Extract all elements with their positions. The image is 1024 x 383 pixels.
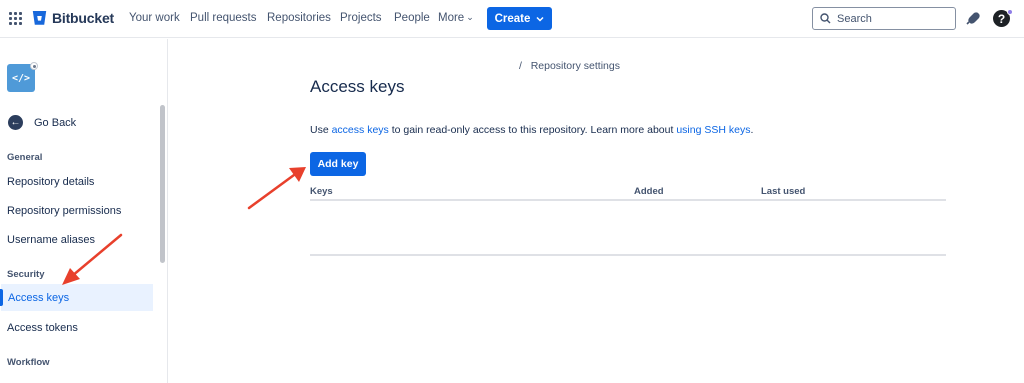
page-description: Use access keys to gain read-only access… <box>310 124 753 136</box>
chevron-down-icon <box>536 16 544 22</box>
notification-dot <box>1007 9 1013 15</box>
go-back-label: Go Back <box>34 116 77 129</box>
nav-projects[interactable]: Projects <box>340 12 382 24</box>
arrow-to-add-key-button <box>247 167 306 210</box>
table-bottom-divider <box>310 254 946 256</box>
private-badge-icon <box>30 62 38 70</box>
sidebar-item-repository-permissions[interactable]: Repository permissions <box>0 197 152 224</box>
bitbucket-logo-icon <box>32 11 47 25</box>
sidebar-item-label: Repository details <box>7 175 95 188</box>
sidebar-item-access-keys[interactable]: Access keys <box>0 284 153 311</box>
breadcrumb-separator: / <box>519 60 522 72</box>
ssh-keys-link[interactable]: using SSH keys <box>676 124 750 136</box>
breadcrumb-repository-settings[interactable]: Repository settings <box>531 60 620 72</box>
section-workflow: Workflow <box>7 357 50 368</box>
app-name: Bitbucket <box>52 10 114 26</box>
search-input[interactable] <box>837 12 947 25</box>
nav-pull-requests[interactable]: Pull requests <box>190 12 256 24</box>
sidebar-item-access-tokens[interactable]: Access tokens <box>0 314 152 341</box>
sidebar-item-label: Repository permissions <box>7 204 122 217</box>
nav-more-label: More <box>438 12 465 24</box>
notifications-icon[interactable] <box>964 10 982 28</box>
add-key-button[interactable]: Add key <box>310 152 366 176</box>
app-switcher-icon[interactable] <box>9 12 22 25</box>
go-back-button[interactable]: ← Go Back <box>8 115 76 130</box>
nav-people[interactable]: People <box>394 12 430 24</box>
page-title: Access keys <box>310 77 405 96</box>
column-header-last-used[interactable]: Last used <box>761 186 805 197</box>
nav-your-work[interactable]: Your work <box>129 12 180 24</box>
sidebar-item-label: Access keys <box>8 291 70 304</box>
table-header-divider <box>310 199 946 201</box>
breadcrumb: / Repository settings <box>519 60 620 72</box>
sidebar-item-label: Access tokens <box>7 321 78 334</box>
sidebar-item-label: Username aliases <box>7 233 96 246</box>
column-header-added[interactable]: Added <box>634 186 664 197</box>
create-button[interactable]: Create <box>487 7 552 30</box>
bitbucket-logo[interactable]: Bitbucket <box>32 10 114 26</box>
chevron-down-icon: ⌄ <box>466 12 474 22</box>
arrow-left-icon: ← <box>8 115 23 130</box>
sidebar-scrollbar[interactable] <box>160 105 165 263</box>
top-navigation: Bitbucket Your work Pull requests Reposi… <box>0 0 1024 38</box>
create-button-label: Create <box>494 12 531 25</box>
column-header-keys[interactable]: Keys <box>310 186 333 197</box>
nav-repositories[interactable]: Repositories <box>267 12 331 24</box>
section-general: General <box>7 152 43 163</box>
sidebar-item-username-aliases[interactable]: Username aliases <box>0 226 152 253</box>
description-prefix: Use <box>310 124 332 136</box>
search-icon <box>820 13 831 24</box>
description-suffix: . <box>750 124 754 136</box>
access-keys-link[interactable]: access keys <box>332 124 389 136</box>
description-middle: to gain read-only access to this reposit… <box>388 124 677 136</box>
search-box[interactable] <box>812 7 956 30</box>
sidebar: </> ← Go Back General Repository details… <box>0 39 168 383</box>
nav-more[interactable]: More ⌄ <box>438 12 474 24</box>
section-security: Security <box>7 269 45 280</box>
sidebar-item-repository-details[interactable]: Repository details <box>0 168 152 195</box>
